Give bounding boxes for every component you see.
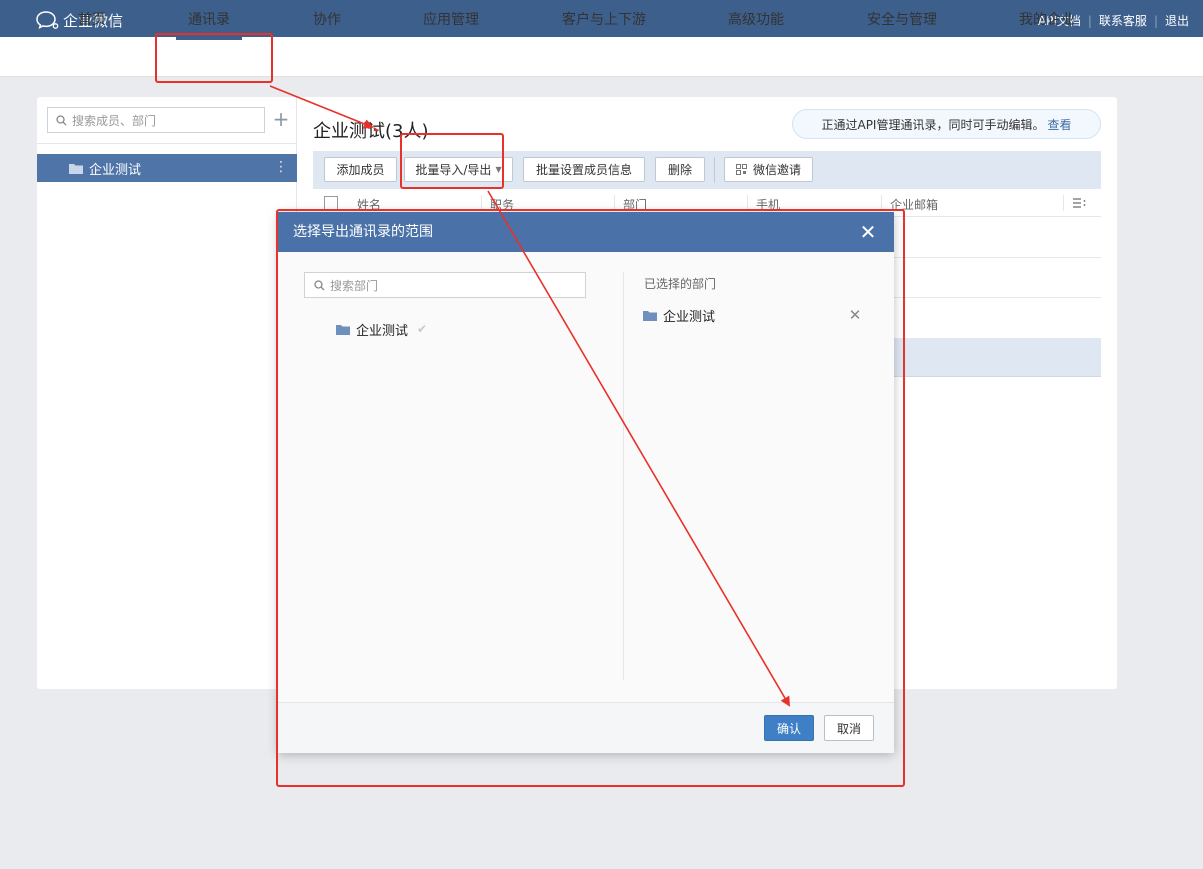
sidebar-dept-label: 企业测试 [89,162,142,178]
nav-home[interactable]: 首页 [62,0,122,40]
nav-contacts-label: 通讯录 [188,12,230,28]
more-options-icon[interactable]: ⋮ [274,159,288,175]
api-notice-text: 正通过API管理通讯录，同时可手动编辑。 [821,117,1045,132]
nav-advanced[interactable]: 高级功能 [721,0,791,40]
close-icon[interactable]: ✕ [857,220,879,244]
column-separator [481,195,482,211]
page-title: 企业测试(3人) [313,121,429,142]
remove-icon[interactable]: ✕ [846,306,864,324]
column-header-email[interactable]: 企业邮箱 [890,196,938,213]
column-settings-icon[interactable] [1073,197,1087,212]
qrcode-icon [735,164,747,175]
checkmark-icon: ✔ [417,322,428,336]
nav-customers[interactable]: 客户与上下游 [556,0,652,40]
dept-search-input[interactable]: 搜索部门 [304,272,586,298]
add-dept-button[interactable]: + [272,108,290,132]
folder-icon [69,163,83,174]
member-search-placeholder: 搜索成员、部门 [72,113,157,128]
sidebar-divider [37,143,297,144]
wechat-invite-label: 微信邀请 [752,163,801,177]
batch-import-export-button[interactable]: 批量导入/导出 ▼ [404,157,513,182]
nav-my-enterprise[interactable]: 我的企业 [1012,0,1082,40]
main-nav [0,37,1203,77]
column-separator [881,195,882,211]
folder-icon [336,324,350,335]
nav-collaboration[interactable]: 协作 [297,0,357,40]
wechat-invite-button[interactable]: 微信邀请 [724,157,813,182]
confirm-button[interactable]: 确认 [764,715,814,741]
add-member-button[interactable]: 添加成员 [324,157,397,182]
active-tab-underline [176,37,242,40]
link-separator: | [1087,13,1092,28]
batch-set-info-button[interactable]: 批量设置成员信息 [523,157,645,182]
column-header-name[interactable]: 姓名 [357,196,381,213]
selected-depts-heading: 已选择的部门 [644,277,717,291]
search-icon [56,114,67,125]
dialog-title: 选择导出通讯录的范围 [278,212,894,252]
dept-tree-item[interactable]: 企业测试 ✔ [336,320,428,339]
link-separator: | [1153,13,1158,28]
select-all-checkbox[interactable] [324,196,338,210]
column-header-title[interactable]: 职务 [490,196,514,213]
selected-dept-item: 企业测试 [643,306,716,325]
column-header-phone[interactable]: 手机 [756,196,780,213]
contact-support-link[interactable]: 联系客服 [1099,12,1147,29]
dept-sidebar [37,97,297,689]
folder-icon [643,310,657,321]
column-separator [614,195,615,211]
column-separator [1063,195,1064,211]
wecom-logo-icon [36,11,59,29]
chevron-down-icon: ▼ [495,165,502,174]
delete-button[interactable]: 删除 [655,157,705,182]
cancel-button[interactable]: 取消 [824,715,874,741]
nav-security[interactable]: 安全与管理 [861,0,943,40]
nav-contacts[interactable]: 通讯录 [176,0,242,40]
batch-import-export-label: 批量导入/导出 [415,163,492,177]
column-separator [747,195,748,211]
api-notice-view-link[interactable]: 查看 [1047,116,1071,133]
search-icon [314,279,325,290]
dept-search-placeholder: 搜索部门 [330,278,379,293]
sidebar-dept-item[interactable]: 企业测试 ⋮ [37,154,297,182]
toolbar-divider [714,157,715,183]
dialog-column-divider [623,272,624,680]
api-notice-banner: 正通过API管理通讯录，同时可手动编辑。 查看 [792,109,1101,139]
member-search-input[interactable]: 搜索成员、部门 [47,107,265,133]
dept-tree-label: 企业测试 [356,323,409,339]
selected-dept-label: 企业测试 [663,309,716,325]
column-header-dept[interactable]: 部门 [623,196,647,213]
logout-link[interactable]: 退出 [1165,12,1189,29]
nav-app-management[interactable]: 应用管理 [416,0,486,40]
